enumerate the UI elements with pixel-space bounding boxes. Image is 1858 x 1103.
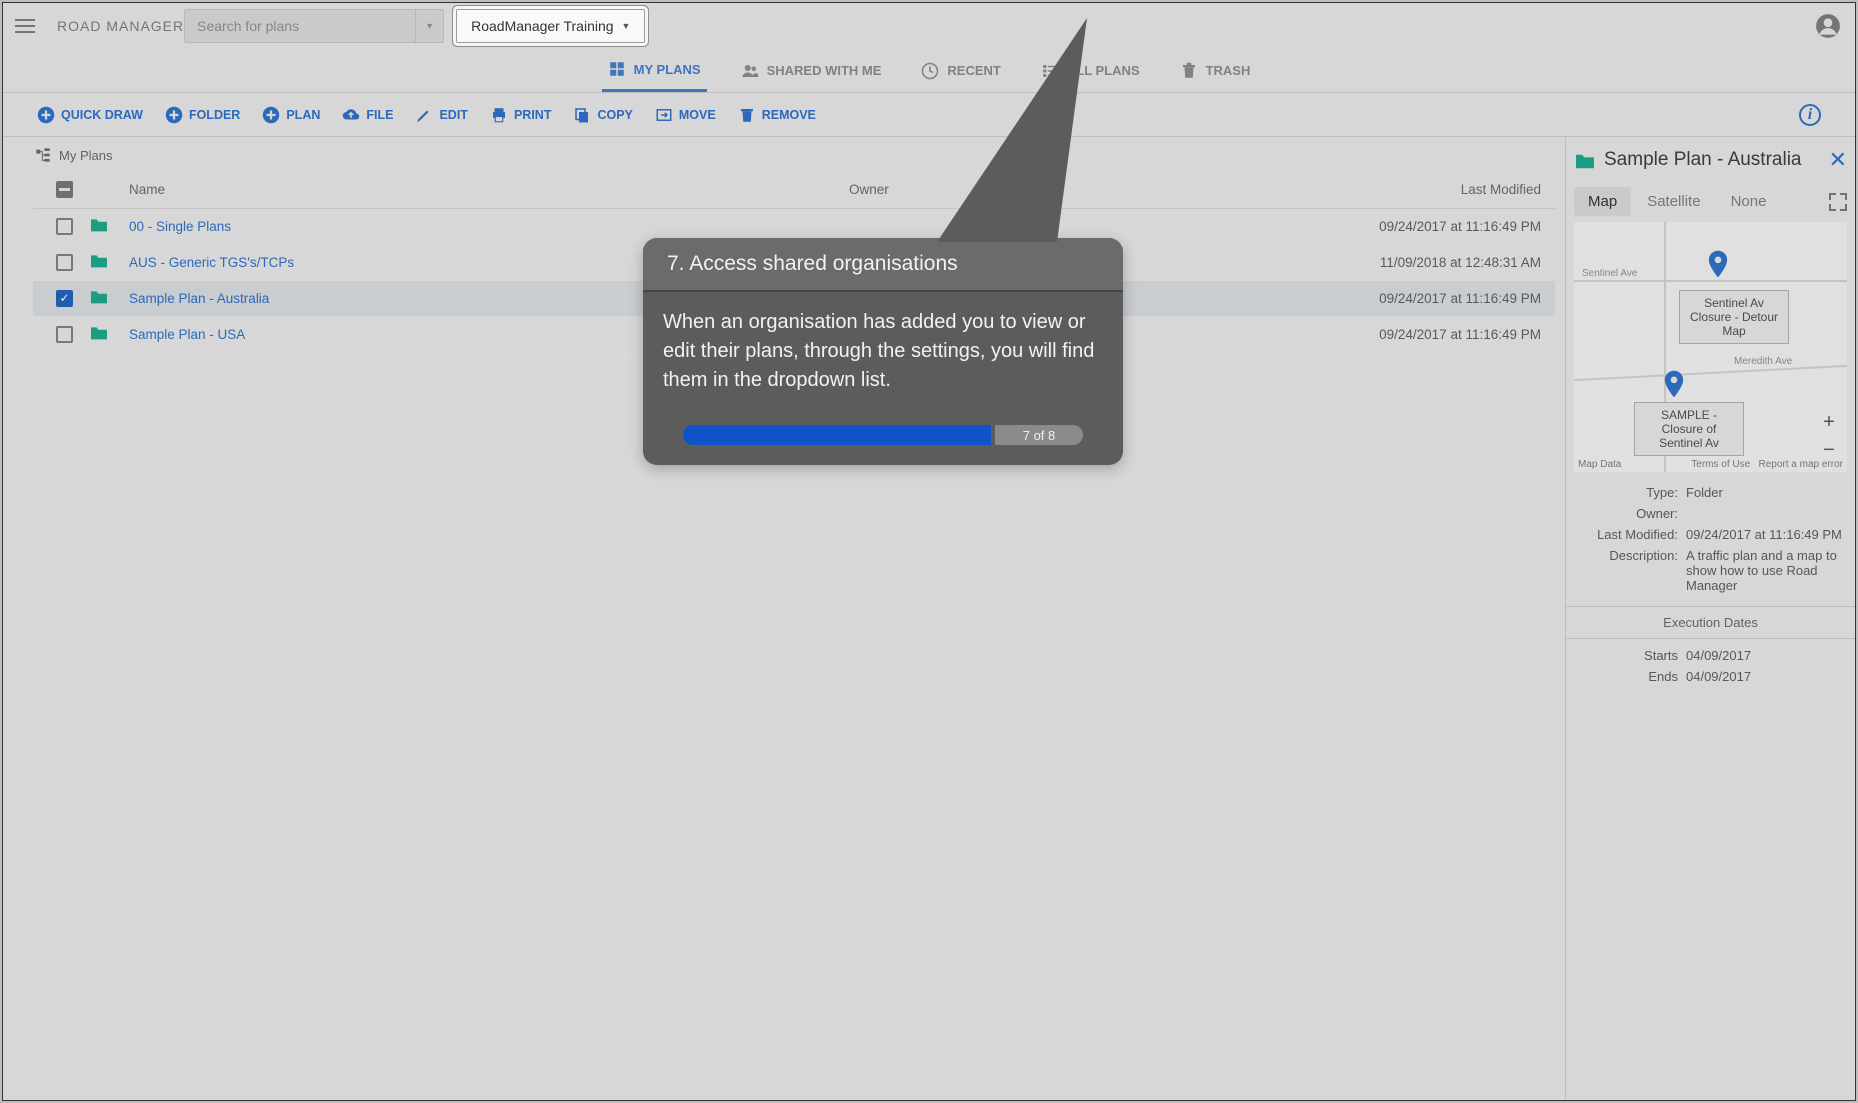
quick-draw-button[interactable]: QUICK DRAW (37, 106, 143, 124)
copy-button[interactable]: COPY (573, 106, 632, 124)
pencil-icon (415, 106, 433, 124)
execution-dates-header: Execution Dates (1566, 606, 1855, 639)
folder-icon (89, 289, 109, 305)
map-tabs: Map Satellite None (1574, 187, 1847, 216)
brand-title: ROAD MANAGER (57, 18, 184, 34)
map-pin-icon[interactable] (1708, 250, 1728, 278)
row-checkbox[interactable] (56, 326, 73, 343)
search-input[interactable]: Search for plans ▾ (184, 9, 444, 43)
panel-title: Sample Plan - Australia (1604, 149, 1802, 171)
organisation-dropdown[interactable]: RoadManager Training ▼ (456, 9, 645, 43)
map-canvas[interactable]: Sentinel Ave Meredith Ave Sentinel Av Cl… (1574, 222, 1847, 472)
tab-trash[interactable]: TRASH (1174, 49, 1257, 92)
map-label[interactable]: Sentinel Av Closure - Detour Map (1679, 290, 1789, 344)
map-road (1574, 280, 1847, 282)
folder-icon (89, 217, 109, 233)
copy-icon (573, 106, 591, 124)
column-last-modified[interactable]: Last Modified (1289, 182, 1549, 197)
file-button[interactable]: FILE (342, 106, 393, 124)
tab-my-plans[interactable]: MY PLANS (602, 49, 707, 92)
table-header-row: Name Owner Last Modified (33, 171, 1555, 209)
row-name[interactable]: AUS - Generic TGS's/TCPs (129, 255, 294, 270)
remove-button[interactable]: REMOVE (738, 106, 816, 124)
edit-button[interactable]: EDIT (415, 106, 467, 124)
upload-cloud-icon (342, 106, 360, 124)
people-icon (741, 62, 759, 80)
trash-icon (738, 106, 756, 124)
tutorial-body: When an organisation has added you to vi… (643, 292, 1123, 415)
move-icon (655, 106, 673, 124)
map-pin-icon[interactable] (1664, 370, 1684, 398)
row-modified: 09/24/2017 at 11:16:49 PM (1289, 291, 1549, 306)
street-name: Sentinel Ave (1582, 268, 1637, 279)
row-modified: 11/09/2018 at 12:48:31 AM (1289, 255, 1549, 270)
organisation-label: RoadManager Training (471, 18, 613, 34)
folder-icon (1574, 152, 1594, 168)
panel-title-row: Sample Plan - Australia ✕ (1574, 147, 1847, 173)
tree-icon (35, 147, 51, 163)
plus-circle-icon (262, 106, 280, 124)
search-placeholder: Search for plans (197, 18, 299, 34)
column-name[interactable]: Name (129, 182, 849, 197)
breadcrumb: My Plans (33, 147, 1555, 163)
chevron-down-icon[interactable]: ▾ (415, 10, 443, 42)
map-tab-satellite[interactable]: Satellite (1633, 187, 1714, 216)
row-modified: 09/24/2017 at 11:16:49 PM (1289, 327, 1549, 342)
details-panel: Sample Plan - Australia ✕ Map Satellite … (1565, 137, 1855, 1100)
progress-label: 7 of 8 (995, 425, 1083, 445)
map-tab-map[interactable]: Map (1574, 187, 1631, 216)
close-icon[interactable]: ✕ (1829, 147, 1847, 173)
zoom-control: + − (1815, 408, 1843, 464)
progress-fill (683, 425, 991, 445)
plus-circle-icon (165, 106, 183, 124)
folder-button[interactable]: FOLDER (165, 106, 240, 124)
row-name[interactable]: Sample Plan - USA (129, 327, 245, 342)
row-name[interactable]: 00 - Single Plans (129, 219, 231, 234)
fullscreen-icon[interactable] (1829, 193, 1847, 211)
plus-circle-icon (37, 106, 55, 124)
trash-icon (1180, 62, 1198, 80)
zoom-in-button[interactable]: + (1815, 408, 1843, 436)
folder-icon (89, 253, 109, 269)
caret-down-icon: ▼ (622, 21, 631, 31)
select-all-checkbox[interactable] (56, 181, 73, 198)
tab-shared-with-me[interactable]: SHARED WITH ME (735, 49, 888, 92)
print-icon (490, 106, 508, 124)
map-tab-none[interactable]: None (1717, 187, 1781, 216)
move-button[interactable]: MOVE (655, 106, 716, 124)
map-label[interactable]: SAMPLE - Closure of Sentinel Av (1634, 402, 1744, 456)
profile-icon[interactable] (1813, 11, 1843, 41)
info-icon[interactable]: i (1799, 104, 1821, 126)
hamburger-icon[interactable] (15, 14, 39, 38)
row-checkbox[interactable] (56, 218, 73, 235)
tutorial-callout: 7. Access shared organisations When an o… (643, 238, 1123, 465)
row-name[interactable]: Sample Plan - Australia (129, 291, 269, 306)
map-road (1574, 365, 1847, 381)
print-button[interactable]: PRINT (490, 106, 552, 124)
meta-block: Type:Folder Owner: Last Modified:09/24/2… (1574, 482, 1847, 687)
tutorial-progress: 7 of 8 (683, 425, 1083, 445)
row-checkbox[interactable] (56, 254, 73, 271)
dashboard-icon (608, 60, 626, 78)
plan-button[interactable]: PLAN (262, 106, 320, 124)
row-modified: 09/24/2017 at 11:16:49 PM (1289, 219, 1549, 234)
street-name: Meredith Ave (1734, 356, 1792, 367)
folder-icon (89, 325, 109, 341)
map-credits: Map Data Terms of Use Report a map error (1574, 459, 1847, 470)
row-checkbox[interactable] (56, 290, 73, 307)
breadcrumb-label: My Plans (59, 148, 112, 163)
